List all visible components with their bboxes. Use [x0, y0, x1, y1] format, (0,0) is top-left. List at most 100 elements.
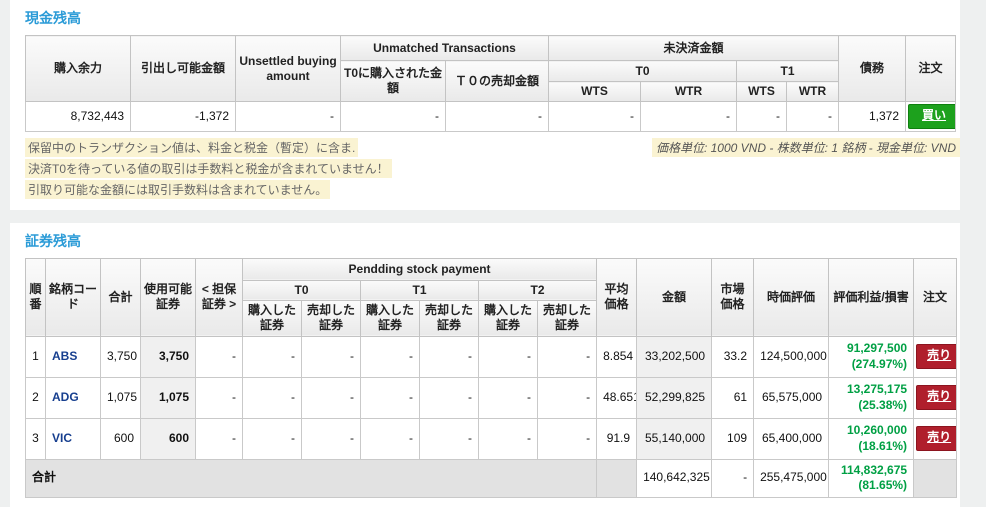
- col-header-stock-code: 銘柄コード: [46, 258, 101, 336]
- t1-wtr-value: -: [787, 102, 839, 132]
- col-header-t1-wts: WTS: [737, 82, 787, 102]
- market-value: 124,500,000: [754, 336, 829, 377]
- avg-price: 8.854: [597, 336, 637, 377]
- withdrawable-value: -1,372: [131, 102, 236, 132]
- t1-bought-qty: -: [361, 336, 420, 377]
- unit-note: 価格単位: 1000 VND - 株数単位: 1 銘柄 - 現金単位: VND: [652, 138, 960, 157]
- t1-bought-qty: -: [361, 377, 420, 418]
- col-header-market-price: 市場価格: [712, 258, 754, 336]
- stock-row-abs: 1 ABS 3,750 3,750 - - - - - - - 8.854 33…: [26, 336, 957, 377]
- amount: 55,140,000: [637, 418, 712, 459]
- t1-sold-qty: -: [420, 336, 479, 377]
- cash-balance-panel: 現金残高 購入余力 引出し可能金額 Unsettled buying amoun…: [10, 0, 960, 210]
- total-avg-price-empty: [597, 459, 637, 497]
- col-header-order: 注文: [906, 36, 956, 102]
- total-market-value: 255,475,000: [754, 459, 829, 497]
- cash-balance-row: 8,732,443 -1,372 - - - - - - - 1,372 買い: [26, 102, 956, 132]
- row-no: 3: [26, 418, 46, 459]
- t1-bought-qty: -: [361, 418, 420, 459]
- cash-balance-title: 現金残高: [25, 8, 960, 28]
- amount: 52,299,825: [637, 377, 712, 418]
- col-header-t1-sold: 売却した証券: [420, 300, 479, 336]
- col-header-total: 合計: [101, 258, 141, 336]
- total-market-price: -: [712, 459, 754, 497]
- avg-price: 91.9: [597, 418, 637, 459]
- profit-pct: (25.38%): [835, 398, 907, 414]
- col-header-t1-wtr: WTR: [787, 82, 839, 102]
- collateral-qty: -: [196, 377, 243, 418]
- avg-price: 48.651: [597, 377, 637, 418]
- available-qty: 1,075: [141, 377, 196, 418]
- col-header-collateral: < 担保証券 >: [196, 258, 243, 336]
- buy-button[interactable]: 買い: [908, 104, 956, 129]
- order-cell: 売り: [914, 418, 957, 459]
- total-profit-pct: (81.65%): [835, 478, 907, 494]
- market-value: 65,400,000: [754, 418, 829, 459]
- sell-button[interactable]: 売り: [916, 344, 957, 369]
- t2-bought-qty: -: [479, 418, 538, 459]
- col-header-avg-price: 平均価格: [597, 258, 637, 336]
- debt-value: 1,372: [839, 102, 906, 132]
- group-header-t1: T1: [361, 280, 479, 300]
- col-header-t0-purchased: T0に購入された金額: [341, 61, 446, 102]
- unsettled-buying-value: -: [236, 102, 341, 132]
- col-header-buying-power: 購入余力: [26, 36, 131, 102]
- sell-button[interactable]: 売り: [916, 385, 957, 410]
- stock-row-adg: 2 ADG 1,075 1,075 - - - - - - - 48.651 5…: [26, 377, 957, 418]
- sell-button[interactable]: 売り: [916, 426, 957, 451]
- profit-pct: (18.61%): [835, 439, 907, 455]
- total-profit-loss: 114,832,675 (81.65%): [829, 459, 914, 497]
- t2-sold-qty: -: [538, 377, 597, 418]
- collateral-qty: -: [196, 418, 243, 459]
- col-header-t0-wtr: WTR: [641, 82, 737, 102]
- stock-total-row: 合計 140,642,325 - 255,475,000 114,832,675…: [26, 459, 957, 497]
- t2-bought-qty: -: [479, 336, 538, 377]
- total-order-empty: [914, 459, 957, 497]
- market-price: 33.2: [712, 336, 754, 377]
- market-price: 109: [712, 418, 754, 459]
- group-header-t2: T2: [479, 280, 597, 300]
- col-header-order: 注文: [914, 258, 957, 336]
- t2-bought-qty: -: [479, 377, 538, 418]
- total-qty: 3,750: [101, 336, 141, 377]
- cash-notes-left: 保留中のトランザクション値は、料金と税金（暫定）に含ま. 決済T0を待っている値…: [25, 138, 392, 201]
- col-header-amount: 金額: [637, 258, 712, 336]
- col-header-t0-wts: WTS: [549, 82, 641, 102]
- panel-gap: [0, 210, 986, 223]
- col-header-market-value: 時価評価: [754, 258, 829, 336]
- collateral-qty: -: [196, 336, 243, 377]
- note-line-1: 保留中のトランザクション値は、料金と税金（暫定）に含ま.: [25, 138, 358, 157]
- row-no: 2: [26, 377, 46, 418]
- row-no: 1: [26, 336, 46, 377]
- group-header-pending-stock-payment: Pendding stock payment: [243, 258, 597, 280]
- col-header-available: 使用可能証券: [141, 258, 196, 336]
- t1-sold-qty: -: [420, 418, 479, 459]
- col-header-withdrawable: 引出し可能金額: [131, 36, 236, 102]
- stock-balance-table: 順番 銘柄コード 合計 使用可能証券 < 担保証券 > Pendding sto…: [25, 258, 957, 498]
- t2-sold-qty: -: [538, 418, 597, 459]
- stock-code: ABS: [46, 336, 101, 377]
- col-header-t1-bought: 購入した証券: [361, 300, 420, 336]
- profit-loss: 13,275,175 (25.38%): [829, 377, 914, 418]
- profit-value: 10,260,000: [835, 423, 907, 439]
- profit-value: 91,297,500: [835, 341, 907, 357]
- col-header-t2-sold: 売却した証券: [538, 300, 597, 336]
- group-header-t1: T1: [737, 61, 839, 82]
- stock-code: ADG: [46, 377, 101, 418]
- t2-sold-qty: -: [538, 336, 597, 377]
- group-header-t0: T0: [243, 280, 361, 300]
- cash-balance-table: 購入余力 引出し可能金額 Unsettled buying amount Unm…: [25, 35, 956, 132]
- order-cell: 売り: [914, 336, 957, 377]
- t0-sold-value: -: [446, 102, 549, 132]
- profit-value: 13,275,175: [835, 382, 907, 398]
- stock-balance-panel: 証券残高 順番 銘柄コード 合計 使用可能証券 < 担保証券 > Penddin…: [10, 223, 960, 507]
- col-header-no: 順番: [26, 258, 46, 336]
- group-header-t0: T0: [549, 61, 737, 82]
- note-line-3: 引取り可能な金額には取引手数料は含まれていません。: [25, 180, 330, 199]
- col-header-t0-bought: 購入した証券: [243, 300, 302, 336]
- amount: 33,202,500: [637, 336, 712, 377]
- total-label: 合計: [26, 459, 597, 497]
- group-header-unmatched-transactions: Unmatched Transactions: [341, 36, 549, 61]
- t0-sold-qty: -: [302, 336, 361, 377]
- t1-sold-qty: -: [420, 377, 479, 418]
